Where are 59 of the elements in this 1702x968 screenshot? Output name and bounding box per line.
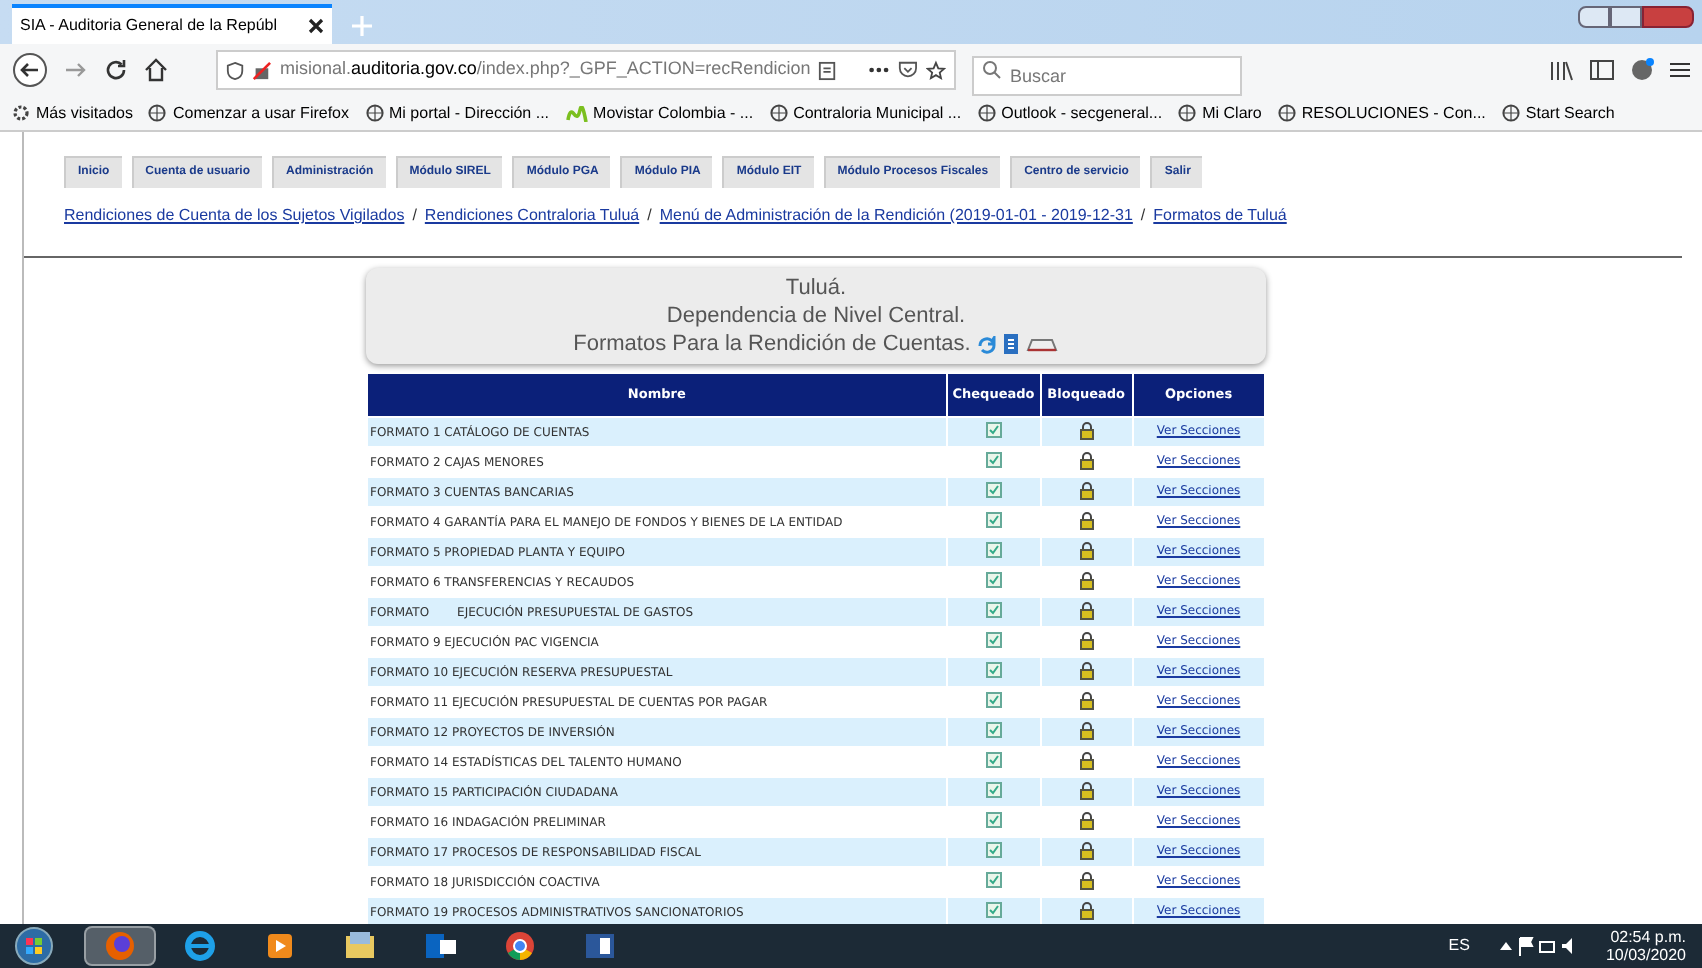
globe-icon <box>769 104 788 122</box>
search-field[interactable]: Buscar <box>972 56 1242 96</box>
bookmark-link[interactable]: Más visitados <box>36 101 133 125</box>
insecure-lock-icon <box>252 59 272 81</box>
account-icon[interactable] <box>1630 58 1654 82</box>
home-icon[interactable] <box>144 58 168 82</box>
start-button[interactable] <box>12 926 56 966</box>
bookmark-link[interactable]: Movistar Colombia - ... <box>593 101 754 125</box>
pocket-icon[interactable] <box>898 60 919 80</box>
globe-icon <box>1277 104 1296 122</box>
back-icon[interactable] <box>12 52 48 88</box>
header-title: Dependencia de Nivel Central. <box>666 302 966 330</box>
language-indicator[interactable]: ES <box>1448 934 1470 958</box>
gear-icon <box>12 104 30 122</box>
menu-icon[interactable] <box>1670 60 1690 80</box>
globe-icon <box>1501 104 1520 122</box>
breadcrumb-separator: / <box>412 204 417 228</box>
close-icon[interactable] <box>308 18 324 34</box>
reload-icon[interactable] <box>104 58 128 82</box>
globe-icon <box>1178 104 1197 122</box>
bookmark-link[interactable]: Contraloria Municipal ... <box>793 101 962 125</box>
header-title: Formatos Para la Rendición de Cuentas. <box>573 330 971 358</box>
sidebar-icon[interactable] <box>1590 60 1614 80</box>
reader-icon[interactable] <box>818 59 837 81</box>
tab-title: SIA - Auditoria General de la Repúbl <box>20 14 280 38</box>
browser-tab[interactable]: SIA - Auditoria General de la Repúbl <box>12 4 332 44</box>
forward-icon[interactable] <box>64 58 88 82</box>
globe-icon <box>148 104 167 122</box>
bookmark-link[interactable]: Start Search <box>1525 101 1615 125</box>
url-field[interactable]: misional.auditoria.gov.co/index.php?_GPF_ACTION=recRendicion <box>216 50 956 90</box>
breadcrumb-separator: / <box>647 204 652 228</box>
clock-time[interactable]: 02:54 p.m. <box>1610 928 1686 946</box>
search-icon <box>982 60 1002 80</box>
window-controls-drawing[interactable] <box>1578 6 1694 28</box>
bookmark-link[interactable]: RESOLUCIONES - Con... <box>1301 101 1486 125</box>
clock-date[interactable]: 10/03/2020 <box>1605 946 1686 964</box>
breadcrumb-link[interactable]: Rendiciones de Cuenta de los Sujetos Vigilados <box>64 204 405 228</box>
globe-icon <box>365 104 383 122</box>
breadcrumb-link[interactable]: Formatos de Tuluá <box>1153 204 1287 228</box>
more-icon[interactable] <box>868 66 891 74</box>
library-icon[interactable] <box>1550 59 1574 81</box>
breadcrumb-separator: / <box>1140 204 1146 228</box>
m-logo-icon <box>565 105 588 121</box>
shield-icon <box>226 59 245 81</box>
url-text: misional.auditoria.gov.co/index.php?_GPF_ACTION=recRendicion <box>279 56 811 83</box>
tray-icons-drawing[interactable] <box>1497 936 1578 956</box>
bookmark-link[interactable]: Comenzar a usar Firefox <box>172 101 349 125</box>
bookmark-link[interactable]: Mi portal - Dirección ... <box>389 101 550 125</box>
globe-icon <box>977 104 996 122</box>
star-icon[interactable] <box>926 59 946 81</box>
breadcrumb-link[interactable]: Rendiciones Contraloria Tuluá <box>424 204 640 228</box>
bookmark-link[interactable]: Outlook - secgeneral... <box>1001 101 1163 125</box>
book-icon[interactable] <box>1026 336 1059 352</box>
bookmark-link[interactable]: Mi Claro <box>1202 101 1262 125</box>
firefox-taskbar-button[interactable] <box>84 926 156 966</box>
document-icon[interactable] <box>1004 334 1019 354</box>
refresh-icon[interactable] <box>978 335 997 353</box>
header-title: Tuluá. <box>785 274 847 302</box>
breadcrumb-link[interactable]: Menú de Administración de la Rendición (2019-01-01 - 2019-12-31 <box>659 204 1133 228</box>
